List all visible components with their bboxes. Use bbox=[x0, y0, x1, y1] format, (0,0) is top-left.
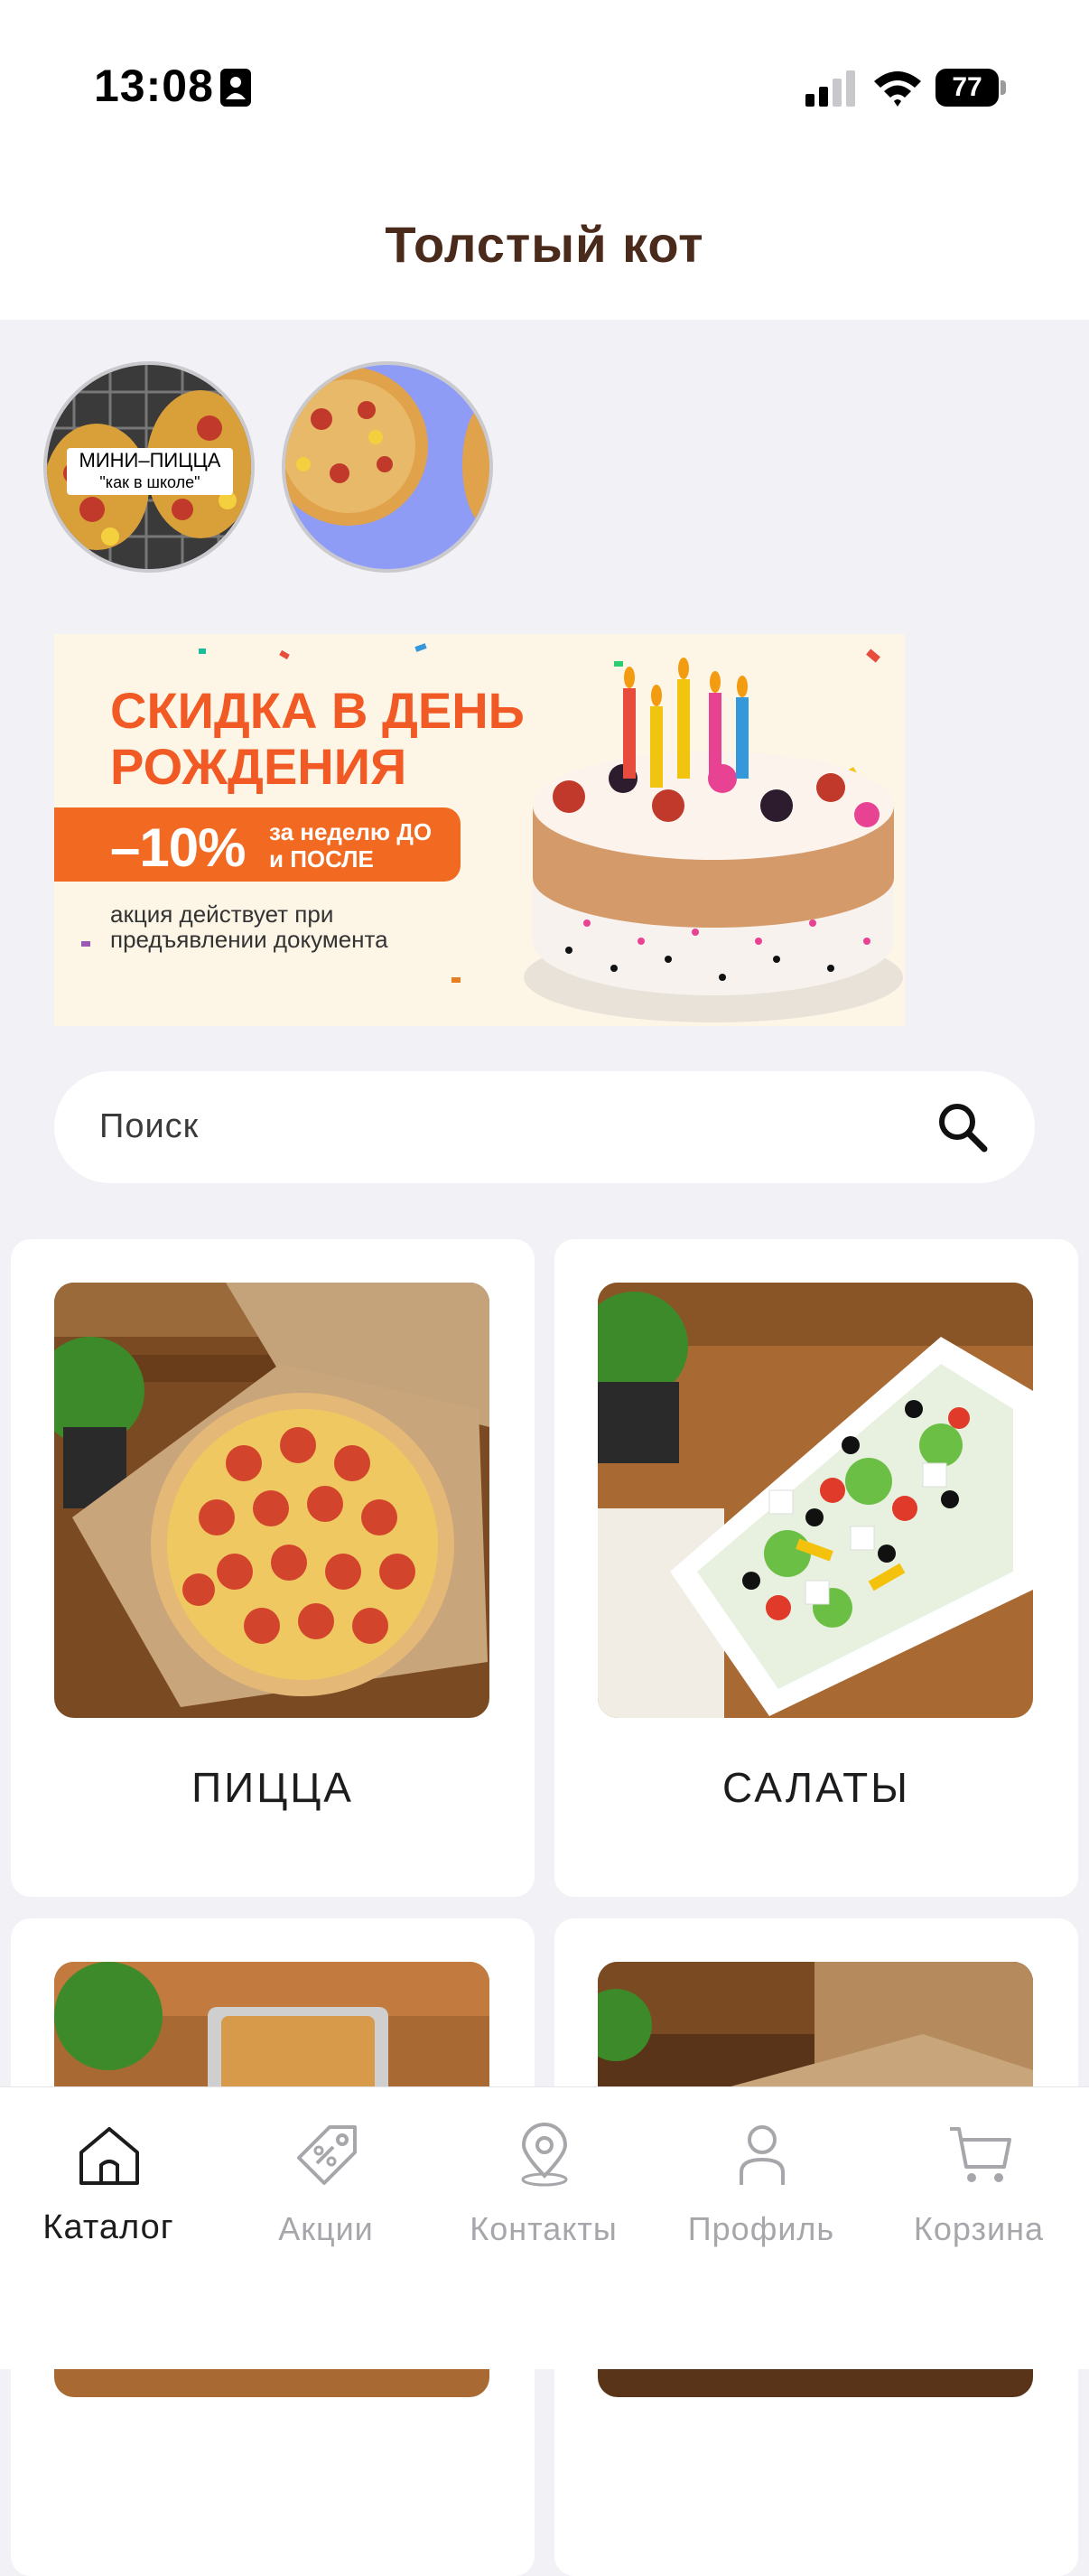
person-icon bbox=[740, 2125, 785, 2185]
cart-icon bbox=[950, 2127, 1011, 2182]
pizza-story-image bbox=[285, 365, 489, 569]
category-label: ПИЦЦА bbox=[191, 1764, 354, 1811]
app-title: Толстый кот bbox=[385, 216, 704, 273]
tag-icon bbox=[297, 2125, 357, 2185]
tab-label: Акции bbox=[278, 2210, 374, 2247]
cellular-signal-icon bbox=[805, 70, 855, 107]
category-card-salads[interactable]: САЛАТЫ bbox=[554, 1239, 1078, 1897]
promo-banner[interactable]: СКИДКА В ДЕНЬ РОЖДЕНИЯ –10% за неделю ДО… bbox=[54, 634, 905, 1026]
tab-cart[interactable]: Корзина bbox=[870, 2087, 1087, 2295]
salad-image bbox=[598, 1283, 1033, 1718]
battery-level: 77 bbox=[935, 69, 999, 107]
promo-note: акция действует при предъявлении докумен… bbox=[110, 901, 388, 953]
status-bar: 13:08 77 bbox=[0, 0, 1089, 172]
promo-discount-value: –10% bbox=[110, 817, 246, 878]
story-mini-pizza[interactable]: МИНИ–ПИЦЦА "как в школе" bbox=[43, 361, 255, 573]
tab-profile[interactable]: Профиль bbox=[653, 2087, 870, 2295]
tab-label: Корзина bbox=[913, 2210, 1045, 2247]
promo-discount-badge: –10% за неделю ДО и ПОСЛЕ bbox=[54, 807, 461, 882]
promo-discount-period: за неделю ДО и ПОСЛЕ bbox=[269, 818, 433, 873]
tab-promotions[interactable]: Акции bbox=[218, 2087, 434, 2295]
tab-contacts[interactable]: Контакты bbox=[435, 2087, 652, 2295]
story-pizza-margarita[interactable] bbox=[282, 361, 493, 573]
tab-label: Профиль bbox=[687, 2210, 835, 2247]
battery-nub bbox=[1001, 80, 1006, 95]
wifi-icon bbox=[874, 71, 921, 107]
story-label-title: МИНИ–ПИЦЦА bbox=[79, 449, 221, 471]
category-label: САЛАТЫ bbox=[722, 1764, 910, 1811]
birthday-cake-image bbox=[524, 658, 903, 1022]
pizza-image bbox=[54, 1283, 489, 1718]
search-input[interactable]: Поиск bbox=[54, 1071, 1035, 1183]
tab-label: Каталог bbox=[42, 2208, 174, 2246]
story-label-subtitle: "как в школе" bbox=[99, 473, 200, 491]
id-card-icon bbox=[220, 69, 251, 107]
status-time: 13:08 bbox=[94, 61, 214, 111]
battery-indicator: 77 bbox=[935, 69, 1008, 107]
search-icon[interactable] bbox=[935, 1100, 990, 1154]
search-placeholder: Поиск bbox=[99, 1107, 200, 1145]
home-icon bbox=[79, 2127, 139, 2185]
tab-bar: Каталог Акции Контакты Профиль Корзина bbox=[0, 2086, 1089, 2369]
tab-label: Контакты bbox=[470, 2210, 618, 2247]
story-label: МИНИ–ПИЦЦА "как в школе" bbox=[67, 448, 233, 495]
app-header: Толстый кот bbox=[0, 172, 1089, 320]
tab-catalog[interactable]: Каталог bbox=[0, 2087, 217, 2295]
location-pin-icon bbox=[521, 2123, 568, 2187]
category-card-pizza[interactable]: ПИЦЦА bbox=[11, 1239, 535, 1897]
